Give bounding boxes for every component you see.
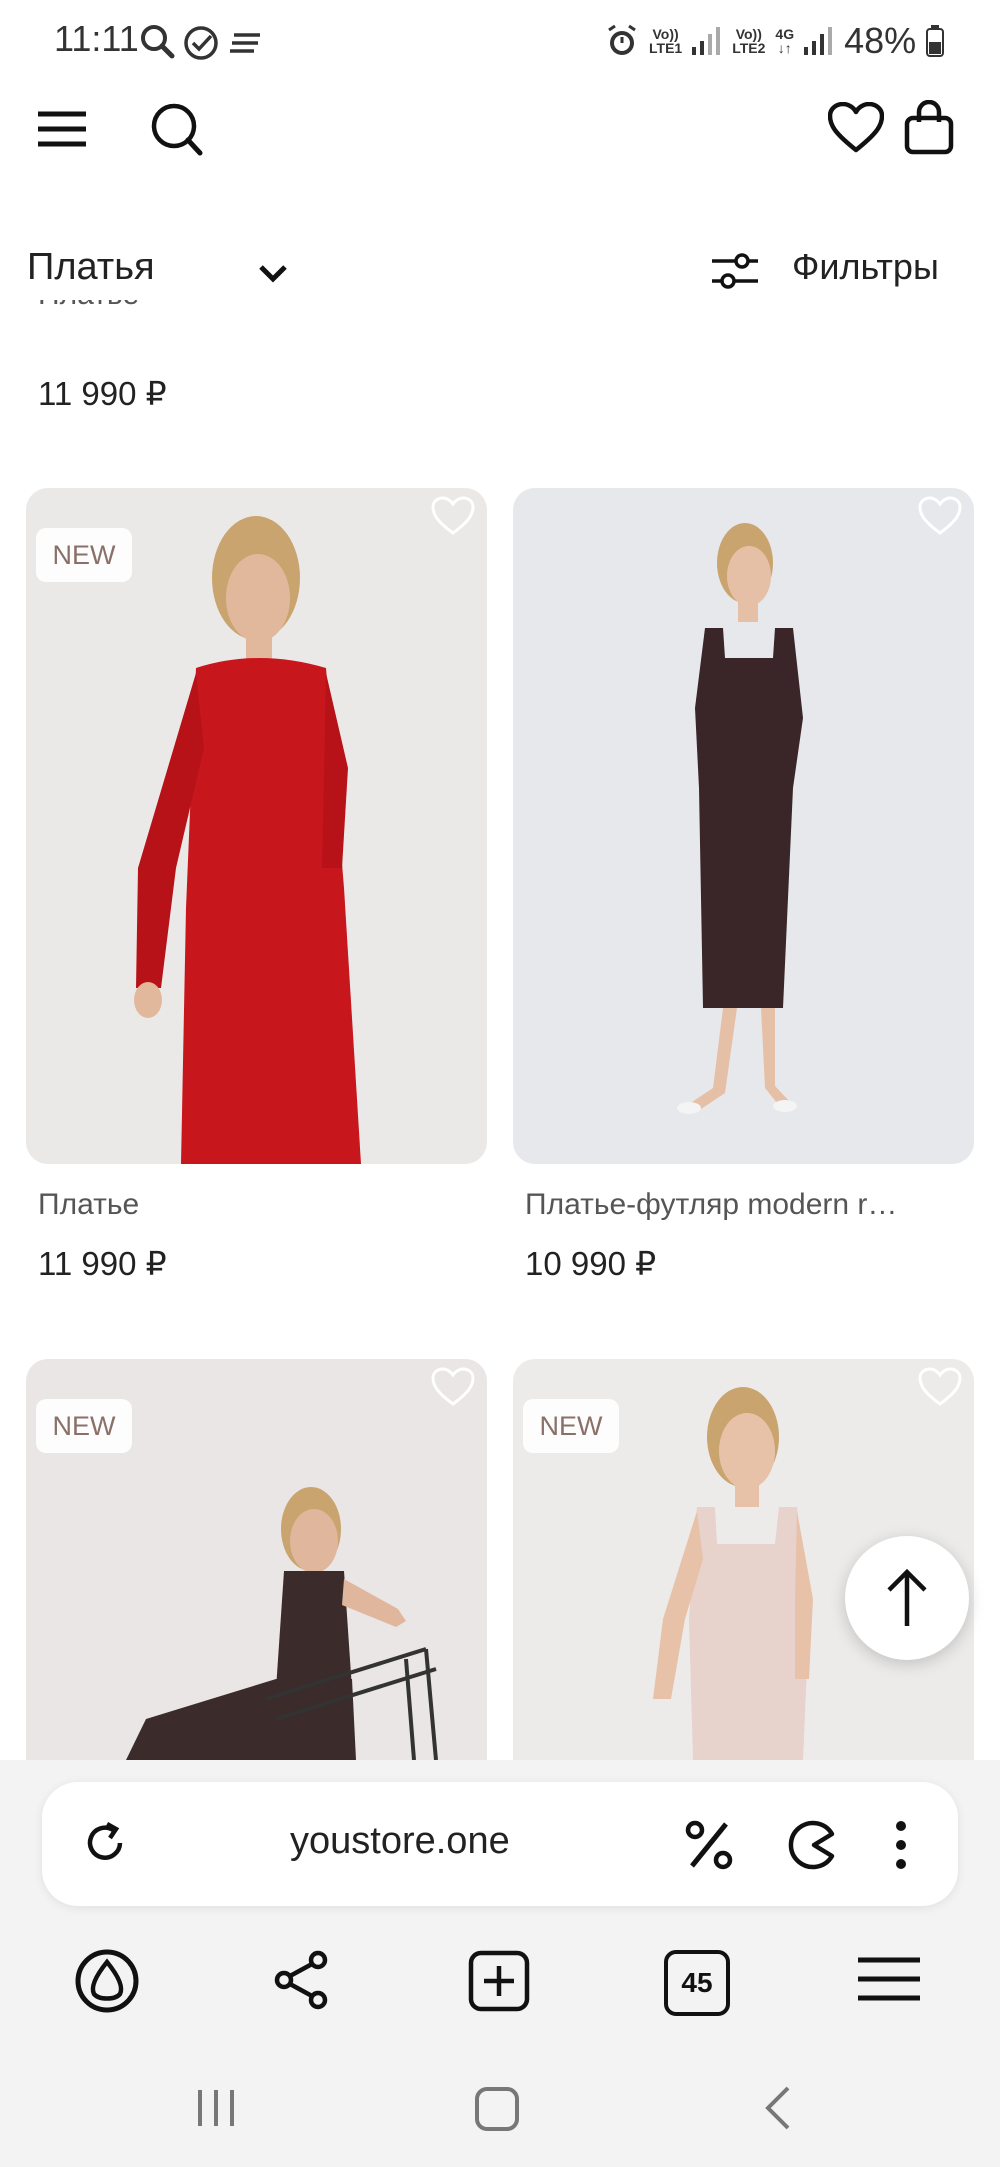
notes-icon <box>230 33 260 53</box>
search-icon[interactable] <box>150 102 204 158</box>
product-price: 10 990 ₽ <box>525 1245 657 1282</box>
status-icons: Vo)) LTE1 Vo)) LTE2 4G ↓↑ 48% <box>605 20 945 62</box>
status-bar: 11:11 Vo)) LTE1 Vo)) LTE2 4G ↓↑ 48% <box>0 0 1000 84</box>
check-circle-icon <box>184 26 218 60</box>
sim2-label: Vo)) LTE2 <box>732 27 765 55</box>
product-price: 11 990 ₽ <box>38 1245 167 1282</box>
sim1-top: Vo)) <box>652 26 679 42</box>
favorite-heart-icon[interactable] <box>918 496 962 536</box>
partial-item-name-clip: Платье <box>0 300 1000 360</box>
favorite-heart-icon[interactable] <box>431 496 475 536</box>
recent-apps-icon[interactable] <box>196 2086 236 2130</box>
sim2-bottom: LTE2 <box>732 40 766 56</box>
sim1-bottom: LTE1 <box>649 40 683 56</box>
signal-2-icon <box>804 27 833 55</box>
status-time: 11:11 <box>54 18 139 59</box>
new-badge: NEW <box>523 1399 619 1453</box>
protect-icon[interactable] <box>786 1818 840 1872</box>
menu-icon[interactable] <box>38 110 86 150</box>
sim2-top: Vo)) <box>735 26 762 42</box>
home-icon[interactable] <box>474 2086 520 2132</box>
site-header <box>0 84 1000 214</box>
chevron-down-icon[interactable] <box>258 262 288 284</box>
signal-1-icon <box>692 27 721 55</box>
battery-icon <box>926 25 945 57</box>
new-badge: NEW <box>36 528 132 582</box>
product-name[interactable]: Платье <box>38 1188 478 1222</box>
new-badge: NEW <box>36 1399 132 1453</box>
new-tab-icon[interactable] <box>468 1950 530 2012</box>
favorite-heart-icon[interactable] <box>918 1367 962 1407</box>
product-card[interactable] <box>513 488 974 1164</box>
product-image <box>134 516 361 1164</box>
search-status-icon <box>141 25 175 59</box>
bag-icon[interactable] <box>904 100 954 156</box>
product-image <box>677 523 803 1114</box>
product-card[interactable]: NEW <box>26 488 487 1164</box>
filters-button[interactable]: Фильтры <box>792 246 939 288</box>
data-arrows-icon: ↓↑ <box>777 40 792 56</box>
alarm-icon <box>608 24 636 55</box>
more-menu-icon[interactable] <box>894 1820 908 1870</box>
category-select[interactable]: Платья <box>27 246 155 289</box>
url-text[interactable]: youstore.one <box>290 1820 510 1863</box>
battery-percent: 48% <box>844 20 917 61</box>
partial-item-name: Платье <box>38 300 139 312</box>
product-card[interactable]: NEW <box>26 1359 487 1760</box>
heart-icon[interactable] <box>828 102 884 154</box>
back-icon[interactable] <box>762 2084 792 2132</box>
hamburger-menu-icon[interactable] <box>858 1954 920 2004</box>
scroll-to-top-button[interactable] <box>845 1536 969 1660</box>
tabs-counter-button[interactable]: 45 <box>664 1950 730 2016</box>
favorite-heart-icon[interactable] <box>431 1367 475 1407</box>
reload-icon[interactable] <box>80 1818 130 1868</box>
share-icon[interactable] <box>272 1950 332 2010</box>
percent-icon[interactable] <box>684 1818 734 1872</box>
network-type-label: 4G <box>775 26 795 42</box>
partial-item-price: 11 990 ₽ <box>38 375 167 412</box>
alice-assistant-icon[interactable] <box>74 1948 140 2014</box>
arrow-up-icon <box>887 1568 927 1626</box>
sim1-label: Vo)) LTE1 <box>649 27 682 55</box>
filter-sliders-icon[interactable] <box>712 252 758 290</box>
product-name[interactable]: Платье-футляр modern r… <box>525 1188 965 1222</box>
network-type: 4G ↓↑ <box>775 27 794 55</box>
